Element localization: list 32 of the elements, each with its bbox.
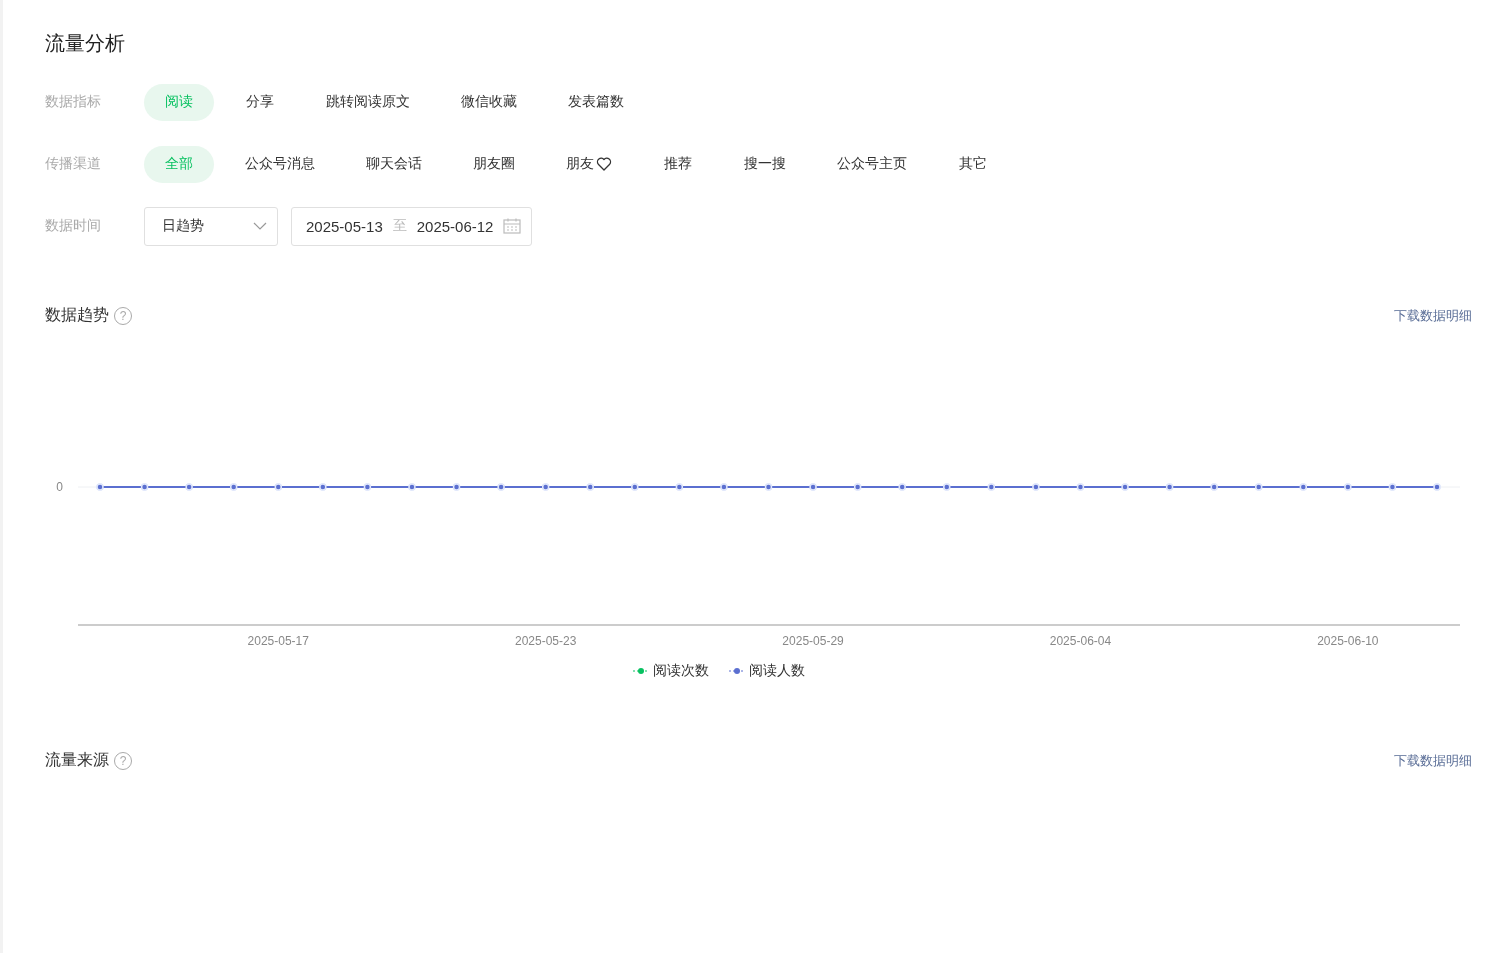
filter-tab[interactable]: 其它 xyxy=(938,145,1008,183)
section-title: 流量来源 xyxy=(45,750,109,771)
download-link[interactable]: 下载数据明细 xyxy=(1394,751,1472,770)
page-title: 流量分析 xyxy=(45,30,126,57)
filter-tab[interactable]: 微信收藏 xyxy=(441,83,537,121)
date-range-field[interactable]: 2025-05-13 至 2025-06-12 xyxy=(291,206,533,246)
filter-tab[interactable]: 跳转阅读原文 xyxy=(306,83,430,121)
filter-label: 数据指标 xyxy=(45,93,102,111)
legend-label[interactable]: 阅读次数 xyxy=(652,662,709,680)
period-select[interactable]: 日趋势 xyxy=(144,206,278,246)
download-link[interactable]: 下载数据明细 xyxy=(1394,306,1472,325)
filter-tab[interactable]: 聊天会话 xyxy=(346,145,442,183)
filter-tab[interactable]: 搜一搜 xyxy=(724,145,806,183)
filter-tab[interactable]: 朋友圈 xyxy=(453,145,535,183)
filter-tab[interactable]: 分享 xyxy=(225,83,295,121)
filter-tab[interactable]: 朋友 xyxy=(546,145,632,183)
legend-label[interactable]: 阅读人数 xyxy=(748,662,805,680)
filter-label: 数据时间 xyxy=(45,217,102,235)
x-axis-label: 2025-05-17 xyxy=(247,634,309,648)
filter-tab[interactable]: 公众号消息 xyxy=(225,145,335,183)
filter-tab[interactable]: 发表篇数 xyxy=(548,83,644,121)
calendar-icon xyxy=(503,218,522,234)
x-axis-label: 2025-06-10 xyxy=(1317,634,1379,648)
x-axis-label: 2025-05-23 xyxy=(514,634,577,648)
filter-tab[interactable]: 推荐 xyxy=(643,145,713,183)
chevron-down-icon xyxy=(253,222,267,230)
y-axis-label: 0 xyxy=(56,480,63,494)
section-title: 数据趋势 xyxy=(45,305,109,326)
x-axis-label: 2025-06-04 xyxy=(1049,634,1112,648)
filter-tab[interactable]: 公众号主页 xyxy=(817,145,927,183)
filter-label: 传播渠道 xyxy=(45,155,102,173)
x-axis-label: 2025-05-29 xyxy=(782,634,844,648)
